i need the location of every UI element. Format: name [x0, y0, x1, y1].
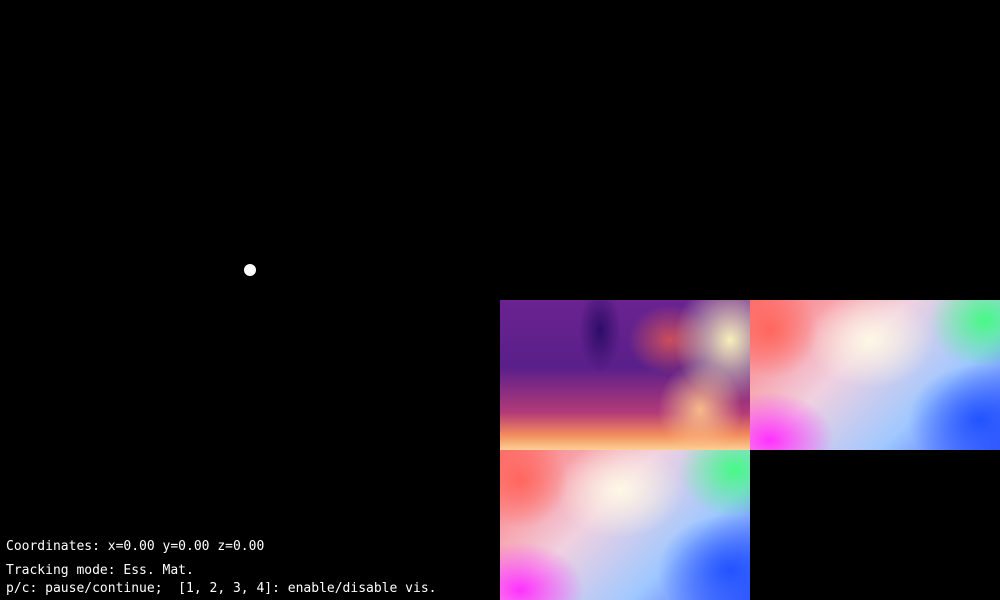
camera-position-marker — [244, 264, 256, 276]
optical-flow-view — [750, 300, 1000, 450]
optical-flow-view-secondary — [500, 450, 750, 600]
tracking-mode-label: Tracking mode: Ess. Mat. — [6, 563, 194, 578]
coordinates-readout: Coordinates: x=0.00 y=0.00 z=0.00 — [6, 539, 265, 554]
3d-viewport[interactable]: Coordinates: x=0.00 y=0.00 z=0.00 Tracki… — [0, 0, 1000, 600]
depth-map-view — [500, 300, 750, 450]
keyboard-help-text: p/c: pause/continue; [1, 2, 3, 4]: enabl… — [6, 581, 437, 596]
